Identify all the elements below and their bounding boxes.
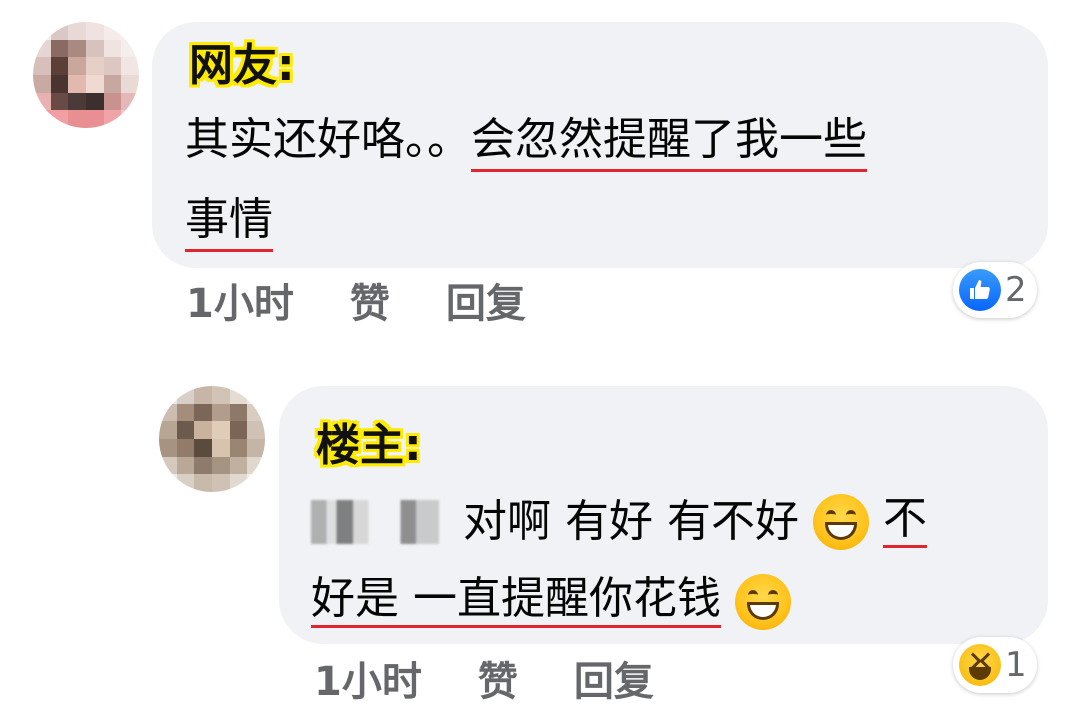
- grinning-face-icon: [812, 494, 869, 550]
- reaction-badge[interactable]: 2: [953, 262, 1037, 318]
- like-icon: [959, 269, 1001, 311]
- like-button[interactable]: 赞: [478, 662, 518, 702]
- reaction-count: 2: [1005, 270, 1027, 310]
- comment-text-line: 其实还好咯。。会忽然提醒了我一些: [185, 114, 867, 172]
- comment-author[interactable]: 楼主:: [316, 424, 422, 468]
- like-button[interactable]: 赞: [350, 284, 390, 324]
- comment-meta: 1小时 赞 回复: [186, 284, 526, 324]
- comment-text-line: 好是 一直提醒你花钱: [311, 574, 791, 630]
- comment-timestamp[interactable]: 1小时: [186, 284, 294, 324]
- comment-bubble[interactable]: 楼主: 对啊 有好 有不好 不 好是 一直提醒你花钱: [279, 386, 1048, 644]
- underlined-text: 事情: [185, 194, 273, 252]
- underlined-text: 好是 一直提醒你花钱: [311, 576, 721, 628]
- reply-button[interactable]: 回复: [446, 284, 526, 324]
- comment-bubble[interactable]: 网友: 其实还好咯。。会忽然提醒了我一些 事情: [152, 22, 1048, 268]
- underlined-text: 会忽然提醒了我一些: [471, 114, 867, 172]
- comment-text: 对啊 有好 有不好: [463, 496, 799, 547]
- reaction-badge[interactable]: 1: [953, 637, 1037, 693]
- comment-text-line: 对啊 有好 有不好 不: [311, 494, 927, 550]
- comment-text-line: 事情: [185, 194, 273, 252]
- grinning-face-icon: [735, 574, 791, 630]
- comment-thread: 网友: 其实还好咯。。会忽然提醒了我一些 事情 1小时 赞 回复 2 楼主: 对…: [0, 0, 1079, 725]
- reaction-count: 1: [1005, 645, 1027, 685]
- haha-icon: [959, 644, 1001, 686]
- reply-button[interactable]: 回复: [574, 662, 654, 702]
- comment-text: 其实还好咯。。: [185, 114, 471, 165]
- underlined-text: 不: [882, 496, 927, 548]
- comment-timestamp[interactable]: 1小时: [314, 662, 422, 702]
- mention-tag[interactable]: [311, 500, 439, 544]
- comment-author[interactable]: 网友:: [189, 44, 295, 88]
- comment-meta: 1小时 赞 回复: [314, 662, 654, 702]
- avatar[interactable]: [159, 386, 265, 492]
- avatar[interactable]: [33, 22, 139, 128]
